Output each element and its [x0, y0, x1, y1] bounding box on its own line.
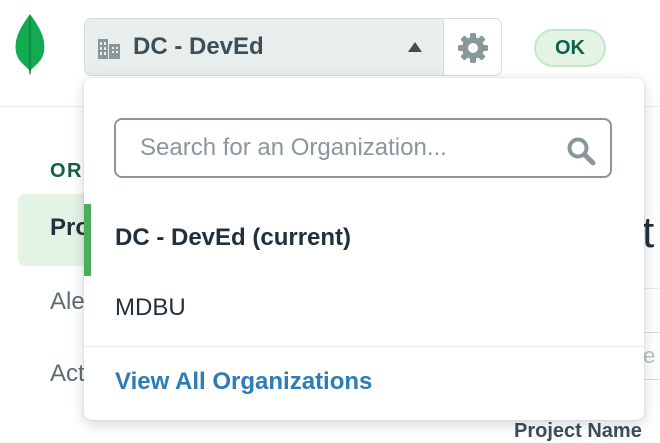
sidebar-section-heading: OR: [50, 160, 83, 182]
org-settings-button[interactable]: [443, 19, 501, 75]
caret-up-icon: [408, 42, 422, 52]
org-option-mdbu[interactable]: MDBU: [84, 274, 644, 342]
mongodb-leaf-logo[interactable]: [14, 14, 46, 76]
org-search-input[interactable]: [116, 120, 556, 176]
org-switcher-button[interactable]: DC - DevEd: [85, 19, 443, 75]
filter-placeholder: e: [643, 343, 656, 368]
org-option-label: DC - DevEd (current): [115, 224, 352, 251]
building-icon: [98, 39, 120, 59]
status-badge: OK: [534, 29, 606, 67]
sidebar-item-label: Ale: [50, 288, 85, 315]
org-option-current[interactable]: DC - DevEd (current): [84, 202, 644, 276]
search-icon[interactable]: [566, 136, 596, 166]
gear-icon: [458, 33, 488, 63]
view-all-organizations-link[interactable]: View All Organizations: [115, 368, 372, 396]
org-search-box: [114, 118, 612, 178]
org-option-label: MDBU: [115, 294, 186, 321]
selected-org-name: DC - DevEd: [133, 33, 264, 60]
current-indicator: [84, 204, 91, 276]
sidebar-item-label: Act: [50, 360, 85, 387]
menu-divider: [84, 346, 644, 347]
org-switcher: DC - DevEd: [84, 18, 502, 76]
org-dropdown-menu: DC - DevEd (current) MDBU View All Organ…: [84, 78, 644, 420]
